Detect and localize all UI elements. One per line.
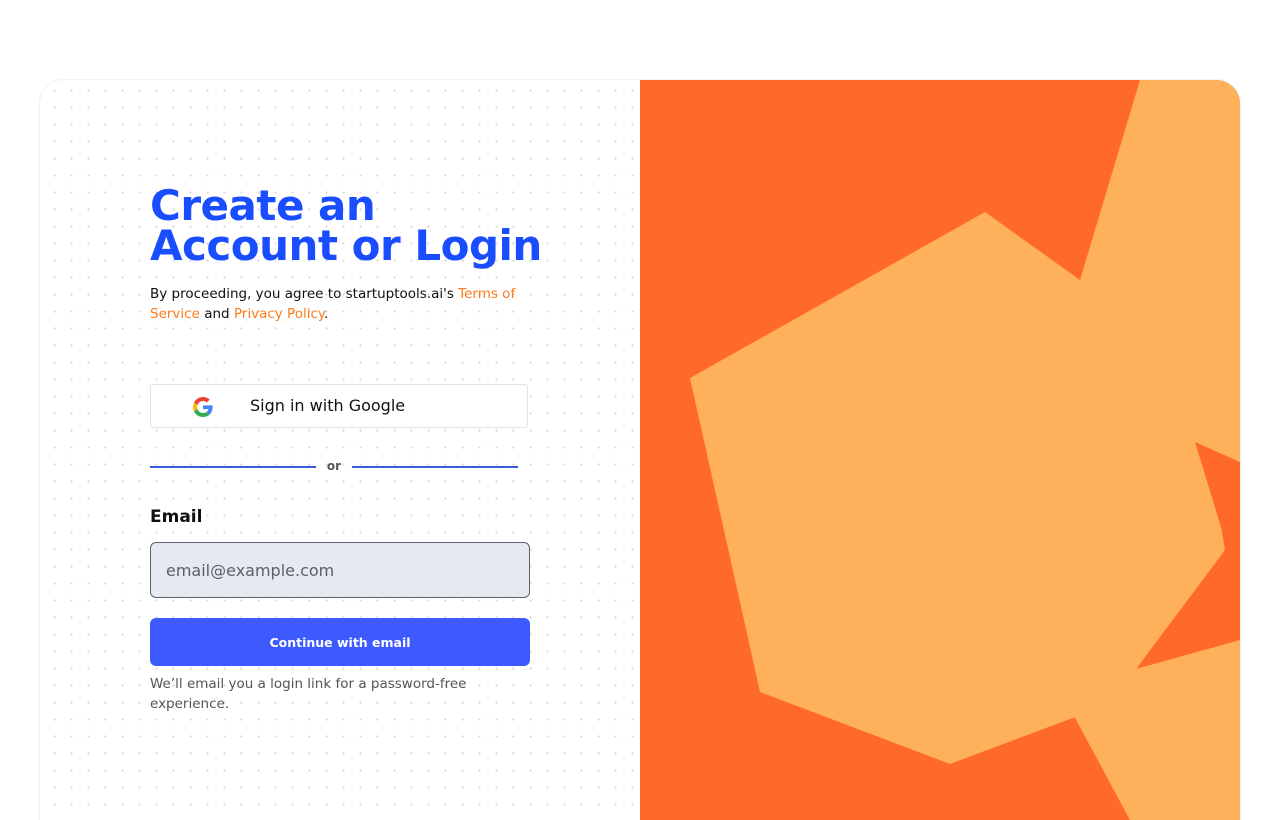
helper-text: We’ll email you a login link for a passw… — [150, 676, 467, 712]
divider-or-label: or — [326, 459, 342, 473]
decorative-shapes — [690, 80, 1240, 820]
divider-line-left — [150, 466, 316, 468]
decorative-art-panel — [640, 80, 1240, 820]
auth-card: Create an Account or Login By proceeding… — [40, 80, 1240, 820]
terms-notice: By proceeding, you agree to startuptools… — [150, 284, 540, 324]
terms-middle: and — [199, 306, 234, 322]
divider-line-right — [352, 466, 518, 468]
terms-prefix: By proceeding, you agree to startuptools… — [150, 286, 459, 302]
page-title-line-2: Account or Login — [150, 221, 542, 270]
privacy-policy-link[interactable]: Privacy Policy — [234, 306, 324, 322]
login-form-panel: Create an Account or Login By proceeding… — [40, 80, 640, 820]
email-label: Email — [150, 507, 203, 527]
google-signin-label: Sign in with Google — [250, 396, 406, 415]
email-input[interactable] — [150, 542, 530, 598]
google-signin-button[interactable]: Sign in with Google — [150, 384, 528, 428]
terms-suffix: . — [323, 306, 329, 322]
continue-with-email-button[interactable]: Continue with email — [150, 618, 530, 666]
page-title-line-1: Create an — [150, 181, 376, 230]
google-g-icon — [193, 397, 213, 417]
page-title: Create an Account or Login — [150, 181, 570, 270]
